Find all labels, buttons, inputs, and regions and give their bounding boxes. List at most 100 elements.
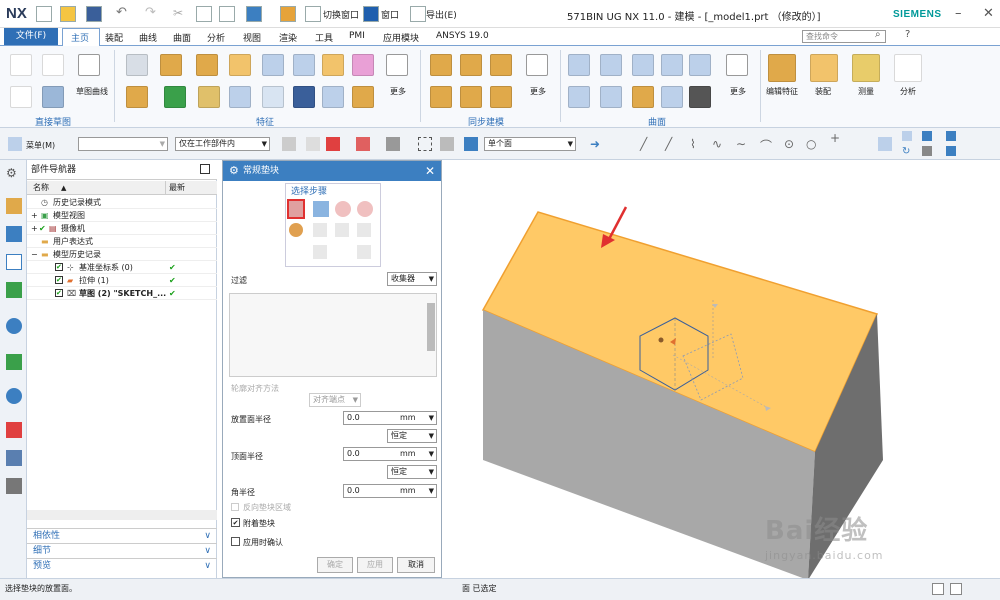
close-icon[interactable]: ✕: [425, 161, 435, 181]
role-icon[interactable]: [6, 450, 22, 466]
tab-surface[interactable]: 曲面: [173, 31, 191, 44]
filter-select[interactable]: 收集器 ▼: [387, 272, 437, 286]
resize-blend-icon[interactable]: [490, 86, 512, 108]
bounded-plane-icon[interactable]: [689, 54, 711, 76]
move-face-icon[interactable]: [430, 54, 452, 76]
shell-icon[interactable]: [293, 54, 315, 76]
paint-icon[interactable]: [280, 6, 296, 22]
model-view[interactable]: [443, 160, 1000, 580]
edge-blend-icon[interactable]: [229, 54, 251, 76]
hole-icon[interactable]: [160, 54, 182, 76]
history-icon[interactable]: [6, 354, 22, 370]
render-style-icon[interactable]: [922, 131, 932, 141]
checkbox-checked[interactable]: ✔: [55, 289, 63, 297]
wave-icon[interactable]: ∼: [736, 137, 750, 151]
tree-item-sketch[interactable]: ✔ ⌧ 草图 (2) "SKETCH_... ✔: [27, 287, 217, 300]
command-search-input[interactable]: 查找命令: [802, 30, 886, 43]
chamfer-icon[interactable]: [262, 54, 284, 76]
window-button[interactable]: 窗口: [381, 8, 399, 21]
more-feature-icon[interactable]: [386, 54, 408, 76]
assembly-icon[interactable]: [810, 54, 838, 82]
horizontal-scrollbar[interactable]: [27, 510, 217, 520]
measure-label[interactable]: 测量: [858, 86, 874, 97]
close-window-icon[interactable]: ✕: [983, 6, 994, 21]
replace-face-icon[interactable]: [430, 86, 452, 108]
arrow-right-icon[interactable]: ➜: [590, 137, 604, 151]
fullscreen-icon[interactable]: [950, 583, 962, 595]
top-radius-mode-select[interactable]: 恒定 ▼: [387, 465, 437, 479]
type-filter-select[interactable]: ▼: [78, 137, 168, 151]
export-icon[interactable]: [410, 6, 426, 22]
tree-item-model-views[interactable]: + ▣ 模型视图: [27, 209, 217, 222]
sketch-curve-label[interactable]: 草图曲线: [76, 86, 108, 97]
tab-tools[interactable]: 工具: [315, 31, 333, 44]
sweep-icon[interactable]: [198, 86, 220, 108]
graphics-viewport[interactable]: [443, 160, 1000, 580]
undo-icon[interactable]: ↶: [116, 6, 132, 22]
edit-feature-icon[interactable]: [768, 54, 796, 82]
expand-icon[interactable]: +: [31, 209, 38, 222]
place-radius-mode-select[interactable]: 恒定 ▼: [387, 429, 437, 443]
offset-region-icon[interactable]: [490, 54, 512, 76]
circle-icon[interactable]: ○: [806, 137, 820, 151]
trim-sheet-icon[interactable]: [632, 86, 654, 108]
tab-ansys[interactable]: ANSYS 19.0: [436, 31, 489, 41]
pull-face-icon[interactable]: [460, 54, 482, 76]
tab-curve[interactable]: 曲线: [139, 31, 157, 44]
thicken-icon[interactable]: [262, 86, 284, 108]
analysis-icon[interactable]: [894, 54, 922, 82]
redo-icon[interactable]: ↷: [145, 6, 161, 22]
tab-assembly[interactable]: 装配: [105, 31, 123, 44]
arc-icon[interactable]: [10, 86, 32, 108]
line-icon[interactable]: ╱: [665, 137, 679, 151]
minimize-icon[interactable]: –: [955, 6, 962, 21]
orient-icon[interactable]: [946, 131, 956, 141]
section-details[interactable]: 细节 ∨: [27, 543, 217, 558]
section-dependencies[interactable]: 相依性 ∨: [27, 528, 217, 543]
place-radius-input[interactable]: 0.0 mm ▼: [343, 411, 437, 425]
tab-application[interactable]: 应用模块: [383, 31, 419, 44]
n-sided-icon[interactable]: [600, 86, 622, 108]
part-navigator-icon[interactable]: [6, 254, 22, 270]
ruled-icon[interactable]: [632, 54, 654, 76]
expand-icon[interactable]: +: [31, 222, 38, 235]
offset-face-icon[interactable]: [322, 86, 344, 108]
cancel-button[interactable]: 取消: [397, 557, 435, 573]
fill-surface-icon[interactable]: [661, 54, 683, 76]
point-snap-icon[interactable]: [326, 137, 340, 151]
zoom-fit-icon[interactable]: [878, 137, 892, 151]
file-menu-button[interactable]: 文件(F): [4, 28, 58, 45]
switch-window-icon[interactable]: [305, 6, 321, 22]
tree-item-model-history[interactable]: − ▬ 模型历史记录: [27, 248, 217, 261]
analysis-label[interactable]: 分析: [900, 86, 916, 97]
tree-item-user-expressions[interactable]: ▬ 用户表达式: [27, 235, 217, 248]
web-browser-icon[interactable]: [6, 318, 22, 334]
copy-icon[interactable]: [196, 6, 212, 22]
confirm-on-apply-checkbox[interactable]: [231, 537, 240, 546]
tree-item-datum-csys[interactable]: ✔ ⊹ 基准坐标系 (0) ✔: [27, 261, 217, 274]
section-preview[interactable]: 预览 ∨: [27, 558, 217, 573]
switch-window-button[interactable]: 切换窗口: [323, 8, 359, 21]
scope-select[interactable]: 仅在工作部件内 ▼: [175, 137, 270, 151]
checkbox-checked[interactable]: ✔: [55, 263, 63, 271]
draft-icon[interactable]: [352, 54, 374, 76]
measure-icon[interactable]: [852, 54, 880, 82]
collapse-icon[interactable]: −: [31, 248, 38, 261]
intersect-icon[interactable]: [356, 137, 370, 151]
pattern-icon[interactable]: [322, 54, 344, 76]
through-curve-icon[interactable]: [568, 54, 590, 76]
checkbox-checked[interactable]: ✔: [55, 276, 63, 284]
edit-feature-label[interactable]: 编辑特征: [766, 86, 798, 97]
through-mesh-icon[interactable]: [568, 86, 590, 108]
circle-center-icon[interactable]: ⊙: [784, 137, 798, 151]
list-scrollbar[interactable]: [427, 303, 435, 351]
more-surface-label[interactable]: 更多: [730, 86, 746, 97]
menu-icon[interactable]: [8, 137, 22, 151]
window-icon[interactable]: [363, 6, 379, 22]
maximize-panel-icon[interactable]: [200, 164, 210, 174]
extrude-icon[interactable]: [126, 54, 148, 76]
transform-icon[interactable]: [386, 137, 400, 151]
face-rule-select[interactable]: 单个面 ▼: [484, 137, 576, 151]
apply-button[interactable]: 应用: [357, 557, 393, 573]
sew-icon[interactable]: [689, 86, 711, 108]
